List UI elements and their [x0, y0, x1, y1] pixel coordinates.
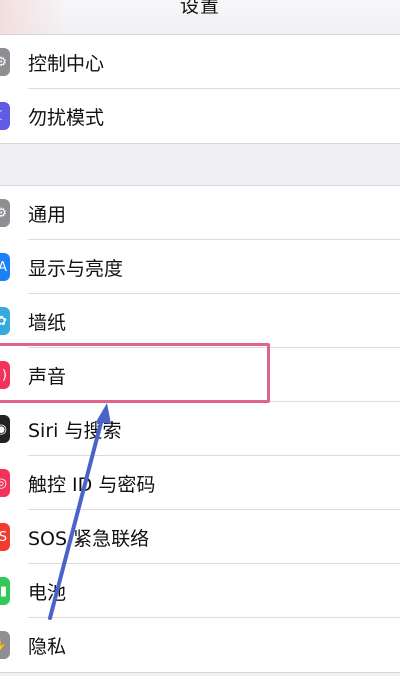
settings-group-2: ⚙ 通用 A 显示与亮度 ✿ 墙纸 ) 声音 ◉ Siri 与搜索 ◎ 触控 I… — [0, 185, 400, 673]
settings-row-label: 触控 ID 与密码 — [28, 473, 156, 496]
settings-row-display[interactable]: A 显示与亮度 — [0, 240, 400, 294]
settings-row-label: Siri 与搜索 — [28, 419, 122, 442]
brightness-icon: A — [0, 253, 10, 281]
settings-row-label: 勿扰模式 — [28, 106, 105, 129]
hand-icon: ✋ — [0, 631, 10, 659]
fingerprint-icon: ◎ — [0, 469, 10, 497]
control-center-icon: ⚙ — [0, 48, 10, 76]
settings-row-sos[interactable]: S SOS 紧急联络 — [0, 510, 400, 564]
settings-row-privacy[interactable]: ✋ 隐私 — [0, 618, 400, 672]
settings-row-label: 显示与亮度 — [28, 257, 124, 280]
settings-row-label: 电池 — [28, 581, 67, 604]
settings-group-1: ⚙ 控制中心 ☾ 勿扰模式 — [0, 34, 400, 144]
speaker-icon: ) — [0, 361, 10, 389]
settings-row-do-not-disturb[interactable]: ☾ 勿扰模式 — [0, 89, 400, 143]
settings-row-label: SOS 紧急联络 — [28, 527, 150, 550]
settings-row-general[interactable]: ⚙ 通用 — [0, 186, 400, 240]
settings-row-label: 墙纸 — [28, 311, 67, 334]
settings-row-label: 控制中心 — [28, 52, 105, 75]
nav-bar: 设置 — [0, 0, 400, 35]
battery-icon: ▮ — [0, 577, 10, 605]
page-title: 设置 — [179, 0, 220, 17]
siri-icon: ◉ — [0, 415, 10, 443]
settings-row-label: 声音 — [28, 365, 67, 388]
settings-row-label: 隐私 — [28, 635, 67, 658]
settings-row-sounds[interactable]: ) 声音 — [0, 348, 400, 402]
settings-row-wallpaper[interactable]: ✿ 墙纸 — [0, 294, 400, 348]
settings-row-control-center[interactable]: ⚙ 控制中心 — [0, 35, 400, 89]
wallpaper-icon: ✿ — [0, 307, 10, 335]
settings-row-touch-id[interactable]: ◎ 触控 ID 与密码 — [0, 456, 400, 510]
gear-icon: ⚙ — [0, 199, 10, 227]
moon-icon: ☾ — [0, 102, 10, 130]
settings-row-siri[interactable]: ◉ Siri 与搜索 — [0, 402, 400, 456]
sos-icon: S — [0, 523, 10, 551]
settings-row-battery[interactable]: ▮ 电池 — [0, 564, 400, 618]
settings-row-label: 通用 — [28, 203, 67, 226]
